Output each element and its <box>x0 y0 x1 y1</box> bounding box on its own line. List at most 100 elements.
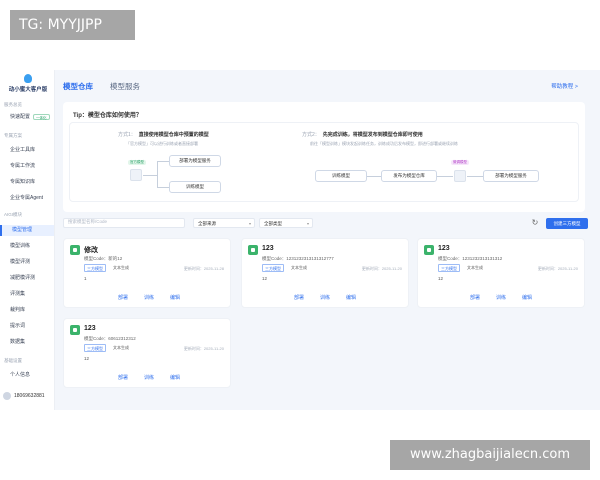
train-model-step: 训练模型 <box>169 181 221 193</box>
deploy-button[interactable]: 部署 <box>118 374 128 381</box>
watermark-bottom: www.zhagbaijialecn.com <box>390 440 590 470</box>
model-card[interactable]: 修改 模型Code：新的12 三方模型 文本生成 更新时间：2025-11-28… <box>63 238 231 308</box>
update-time: 更新时间：2025-11-20 <box>183 346 224 351</box>
sidebar-item-model-training[interactable]: 模型训练 <box>0 241 54 252</box>
model-type-tag: 文本生成 <box>113 345 129 350</box>
deploy-button[interactable]: 部署 <box>294 294 304 301</box>
train-model-step-2: 训练模型 <box>315 170 367 182</box>
sidebar-item-profile[interactable]: 个人信息 <box>0 370 54 381</box>
chevron-down-icon: ▾ <box>306 221 309 226</box>
source-select[interactable]: 全部来源 ▾ <box>193 218 255 228</box>
deploy-service-step-2: 部署为模型服务 <box>483 170 539 182</box>
model-card[interactable]: 123 模型Code：1231232313131312 三方模型 文本生成 更新… <box>417 238 585 308</box>
model-type-tag: 文本生成 <box>113 265 129 270</box>
edit-button[interactable]: 编辑 <box>346 294 356 301</box>
sidebar-group-basic: 基础设置 <box>4 358 22 363</box>
filter-toolbar: 搜索模型名称/Code 全部来源 ▾ 全部类型 ▾ ↻ 创建三方模型 <box>63 218 588 230</box>
topbar: 模型仓库 模型服务 帮助教程 > <box>55 70 600 100</box>
logo: 动小蜜大客户版 <box>4 74 52 96</box>
model-desc: 12 <box>438 276 444 281</box>
model-desc: 12 <box>262 276 268 281</box>
sidebar-item-model-eval[interactable]: 模型评测 <box>0 257 54 268</box>
deploy-button[interactable]: 部署 <box>118 294 128 301</box>
model-code: 模型Code：1231232313131312777 <box>262 256 334 261</box>
help-tutorial-link[interactable]: 帮助教程 > <box>551 82 578 90</box>
deploy-service-step: 部署为模型服务 <box>169 155 221 167</box>
sidebar-group-aigi: AIGI模块 <box>4 212 23 217</box>
update-time: 更新时间：2025-11-20 <box>361 266 402 271</box>
sidebar-item-workflow[interactable]: 专属工作流 <box>0 161 54 172</box>
sidebar-item-agent[interactable]: 企业专属Agent <box>0 193 54 204</box>
sidebar-item-model-management[interactable]: 模型管理 <box>0 225 54 236</box>
model-icon <box>248 245 258 255</box>
edit-button[interactable]: 编辑 <box>170 374 180 381</box>
model-code: 模型Code：1231232313131312 <box>438 256 503 261</box>
search-input[interactable]: 搜索模型名称/Code <box>63 218 185 228</box>
tip-panel: Tip：模型仓库如何使用？ 方式1： 直接使用模型仓库中预置的模型 「官方模型」可… <box>63 102 585 212</box>
model-type-tag: 文本生成 <box>467 265 483 270</box>
deploy-button[interactable]: 部署 <box>470 294 480 301</box>
sidebar-item-eval-variant[interactable]: 减肥模评测 <box>0 273 54 284</box>
sidebar-item-label: 快速配置 <box>10 114 31 120</box>
refresh-icon[interactable]: ↻ <box>530 218 540 228</box>
method1-title: 方式1： 直接使用模型仓库中预置的模型 <box>118 132 209 138</box>
model-icon <box>424 245 434 255</box>
card-actions: 部署 训练 编辑 <box>64 294 230 304</box>
sidebar-group-solutions: 专属方案 <box>4 133 22 138</box>
sidebar-group-overview: 服务总览 <box>4 102 22 107</box>
logo-icon <box>24 74 32 83</box>
model-type-tag: 文本生成 <box>291 265 307 270</box>
tab-model-service[interactable]: 模型服务 <box>110 81 140 92</box>
watermark-top: TG: MYYJJPP <box>10 10 135 40</box>
model-source-tag: 三方模型 <box>262 264 284 272</box>
model-desc: 1 <box>84 276 87 281</box>
edit-button[interactable]: 编辑 <box>522 294 532 301</box>
card-actions: 部署 训练 编辑 <box>418 294 584 304</box>
train-button[interactable]: 训练 <box>320 294 330 301</box>
train-button[interactable]: 训练 <box>144 374 154 381</box>
logo-text: 动小蜜大客户版 <box>8 87 48 93</box>
card-actions: 部署 训练 编辑 <box>64 374 230 384</box>
model-source-tag: 三方模型 <box>438 264 460 272</box>
sidebar-item-knowledge[interactable]: 专属知识库 <box>0 177 54 188</box>
model-name: 123 <box>438 245 450 252</box>
tip-content: 方式1： 直接使用模型仓库中预置的模型 「官方模型」可以进行训练或者直接部署 官方… <box>69 122 579 202</box>
sidebar: 动小蜜大客户版 服务总览 快速配置 一体化 专属方案 企业工具库 专属工作流 专属… <box>0 70 55 410</box>
edit-button[interactable]: 编辑 <box>170 294 180 301</box>
sidebar-item-tools[interactable]: 企业工具库 <box>0 145 54 156</box>
create-third-party-model-button[interactable]: 创建三方模型 <box>546 218 588 229</box>
model-name: 123 <box>84 325 96 332</box>
publish-repo-step: 发布为模型仓库 <box>381 170 437 182</box>
chevron-down-icon: ▾ <box>248 221 251 226</box>
train-button[interactable]: 训练 <box>144 294 154 301</box>
integrated-badge: 一体化 <box>33 113 50 120</box>
method2-desc: 前往「模型训练」模块发起训练任务，训练成功后发布模型，即进行部署或继续训练 <box>310 141 458 146</box>
type-select[interactable]: 全部类型 ▾ <box>259 218 313 228</box>
user-phone: 18069632881 <box>14 393 45 399</box>
model-icon <box>70 245 80 255</box>
sidebar-item-eval-set[interactable]: 评测集 <box>0 289 54 300</box>
finetuned-model-label: 微调模型 <box>451 160 469 165</box>
method2-title: 方式2： 先完成训练，将模型发布到模型仓库即可使用 <box>302 132 423 138</box>
sidebar-item-quick-config[interactable]: 快速配置 一体化 <box>0 112 54 123</box>
official-model-label: 官方模型 <box>128 160 146 165</box>
model-card[interactable]: 123 模型Code：1231232313131312777 三方模型 文本生成… <box>241 238 409 308</box>
sidebar-item-judge[interactable]: 裁判库 <box>0 305 54 316</box>
update-time: 更新时间：2025-11-20 <box>537 266 578 271</box>
model-name: 修改 <box>84 247 98 254</box>
model-card[interactable]: 123 模型Code：60612312312 三方模型 文本生成 更新时间：20… <box>63 318 231 388</box>
sidebar-item-dataset[interactable]: 数据集 <box>0 337 54 348</box>
model-name: 123 <box>262 245 274 252</box>
update-time: 更新时间：2025-11-28 <box>183 266 224 271</box>
user-info[interactable]: 18069632881 <box>3 390 53 402</box>
app-window: 动小蜜大客户版 服务总览 快速配置 一体化 专属方案 企业工具库 专属工作流 专属… <box>0 70 600 410</box>
model-desc: 12 <box>84 356 90 361</box>
model-cube-icon <box>130 169 142 181</box>
train-button[interactable]: 训练 <box>496 294 506 301</box>
finetuned-cube-icon <box>454 170 466 182</box>
model-icon <box>70 325 80 335</box>
sidebar-item-prompt[interactable]: 提示词 <box>0 321 54 332</box>
card-actions: 部署 训练 编辑 <box>242 294 408 304</box>
tab-model-repo[interactable]: 模型仓库 <box>63 81 93 92</box>
model-code: 模型Code：60612312312 <box>84 336 136 341</box>
